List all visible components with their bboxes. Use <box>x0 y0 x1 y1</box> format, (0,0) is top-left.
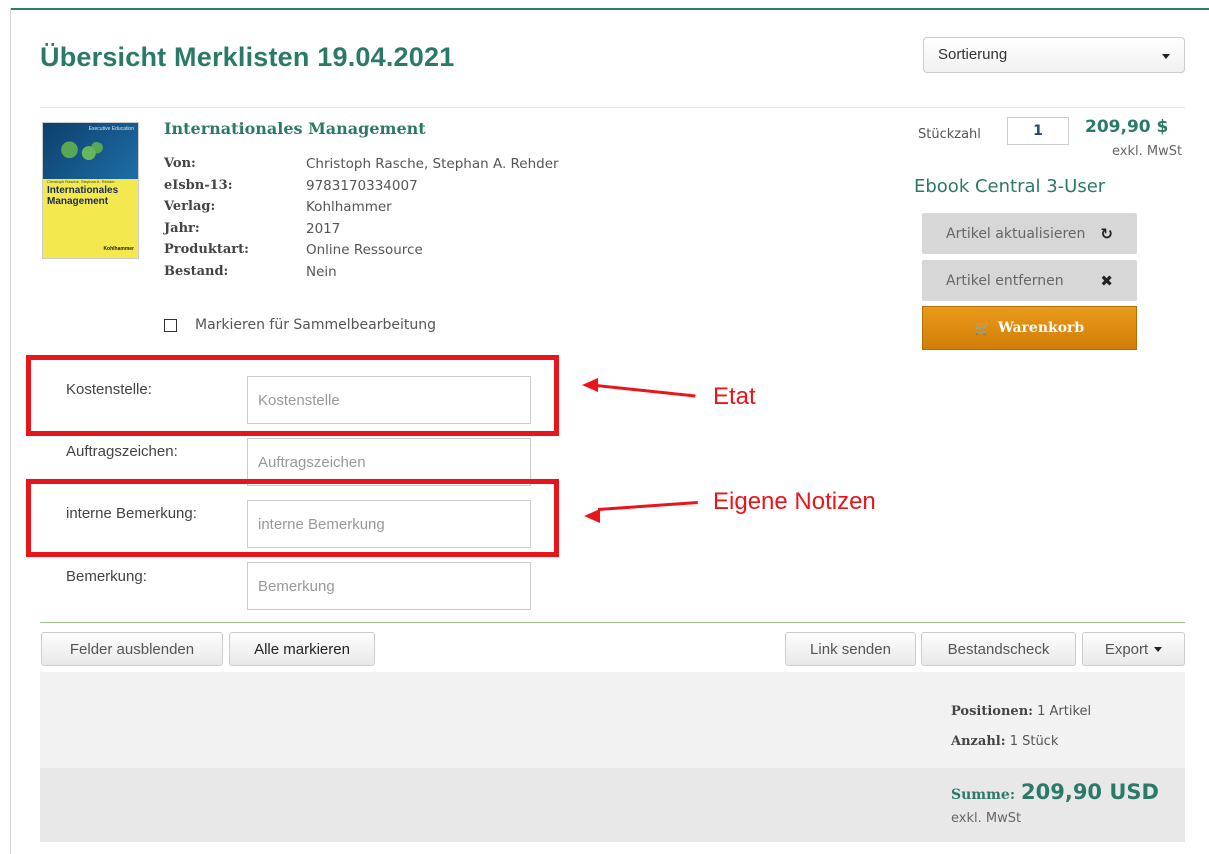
quantity-label: Stückzahl <box>918 127 981 142</box>
price-tax-note: exkl. MwSt <box>1112 144 1183 159</box>
meta-row: Jahr: 2017 <box>164 221 559 243</box>
etat-highlight-box <box>26 355 559 436</box>
meta-label: Von: <box>164 156 196 171</box>
remove-item-label: Artikel entfernen <box>946 272 1064 289</box>
annotation-etat: Etat <box>713 383 756 410</box>
top-border <box>10 8 1209 10</box>
sort-select-value: Sortierung <box>938 46 1008 63</box>
caret-down-icon <box>1154 646 1163 652</box>
total-line: Summe: 209,90 USD <box>951 780 1159 804</box>
world-map-icon <box>53 141 108 163</box>
update-item-label: Artikel aktualisieren <box>946 225 1086 242</box>
meta-label: Verlag: <box>164 199 216 214</box>
page-title: Übersicht Merklisten 19.04.2021 <box>40 42 455 72</box>
send-link-button[interactable]: Link senden <box>785 632 916 666</box>
meta-label: Produktart: <box>164 242 249 257</box>
cover-title: Internationales Management <box>47 185 119 207</box>
annotation-notes: Eigene Notizen <box>713 488 876 515</box>
hide-fields-button[interactable]: Felder ausblenden <box>41 632 223 666</box>
order-reference-label: Auftragszeichen: <box>66 443 178 460</box>
annotation-arrow-line <box>597 501 698 511</box>
sort-select[interactable]: Sortierung <box>923 37 1185 73</box>
meta-value: Kohlhammer <box>306 199 392 215</box>
item-meta: Von: Christoph Rasche, Stephan A. Rehder … <box>164 156 559 285</box>
notes-highlight-box <box>26 479 559 557</box>
add-to-cart-button[interactable]: 🛒 Warenkorb <box>922 306 1137 350</box>
quantity-input[interactable]: 1 <box>1007 117 1069 145</box>
mark-for-batch[interactable]: Markieren für Sammelbearbeitung <box>164 317 436 333</box>
license-type: Ebook Central 3-User <box>914 176 1106 197</box>
total-value: 209,90 USD <box>1021 780 1159 804</box>
note-input[interactable] <box>247 562 531 610</box>
cart-icon: 🛒 <box>974 320 991 336</box>
meta-value: Nein <box>306 263 337 280</box>
count-line: Anzahl: 1 Stück <box>951 734 1058 749</box>
export-label: Export <box>1104 640 1149 658</box>
count-label: Anzahl: <box>951 734 1006 749</box>
cover-authors: Christoph Rasche, Stephan A. Rehder <box>47 179 115 184</box>
total-label: Summe: <box>951 787 1015 803</box>
item-price: 209,90 $ <box>1085 117 1169 137</box>
positions-value: 1 Artikel <box>1037 704 1092 719</box>
meta-value: Online Ressource <box>306 242 423 258</box>
book-cover[interactable]: Executive Education Christoph Rasche, St… <box>42 122 139 259</box>
cart-label: Warenkorb <box>997 320 1085 336</box>
meta-value: Christoph Rasche, Stephan A. Rehder <box>306 156 559 172</box>
refresh-icon: ↻ <box>1100 224 1113 243</box>
meta-row: Verlag: Kohlhammer <box>164 199 559 221</box>
summary-panel <box>40 672 1185 768</box>
total-tax-note: exkl. MwSt <box>951 811 1022 826</box>
meta-value: 2017 <box>306 220 341 237</box>
meta-label: Jahr: <box>164 220 200 236</box>
stock-check-button[interactable]: Bestandscheck <box>921 632 1076 666</box>
meta-row: Von: Christoph Rasche, Stephan A. Rehder <box>164 156 559 178</box>
meta-value: 9783170334007 <box>306 177 418 194</box>
note-label: Bemerkung: <box>66 568 147 585</box>
arrow-left-icon <box>584 509 600 523</box>
meta-row: Bestand: Nein <box>164 264 559 286</box>
meta-label: Bestand: <box>164 263 229 279</box>
positions-label: Positionen: <box>951 704 1033 719</box>
left-border <box>10 8 11 854</box>
caret-down-icon <box>1162 54 1170 59</box>
cover-publisher: Kohlhammer <box>103 246 134 252</box>
close-icon: ✖ <box>1100 271 1113 290</box>
mark-all-button[interactable]: Alle markieren <box>229 632 375 666</box>
meta-row: Produktart: Online Ressource <box>164 242 559 264</box>
remove-item-button[interactable]: Artikel entfernen ✖ <box>922 260 1137 301</box>
annotation-arrow-line <box>595 384 696 398</box>
meta-row: eIsbn-13: 9783170334007 <box>164 178 559 200</box>
divider <box>40 107 1185 108</box>
mark-label: Markieren für Sammelbearbeitung <box>195 317 437 333</box>
mark-checkbox[interactable] <box>164 318 177 332</box>
update-item-button[interactable]: Artikel aktualisieren ↻ <box>922 213 1137 254</box>
divider <box>40 622 1185 623</box>
meta-label: eIsbn-13: <box>164 177 233 193</box>
item-title-link[interactable]: Internationales Management <box>164 119 426 138</box>
positions-line: Positionen: 1 Artikel <box>951 704 1091 719</box>
count-value: 1 Stück <box>1009 734 1059 749</box>
export-dropdown[interactable]: Export <box>1082 632 1185 666</box>
cover-series: Executive Education <box>88 126 134 132</box>
